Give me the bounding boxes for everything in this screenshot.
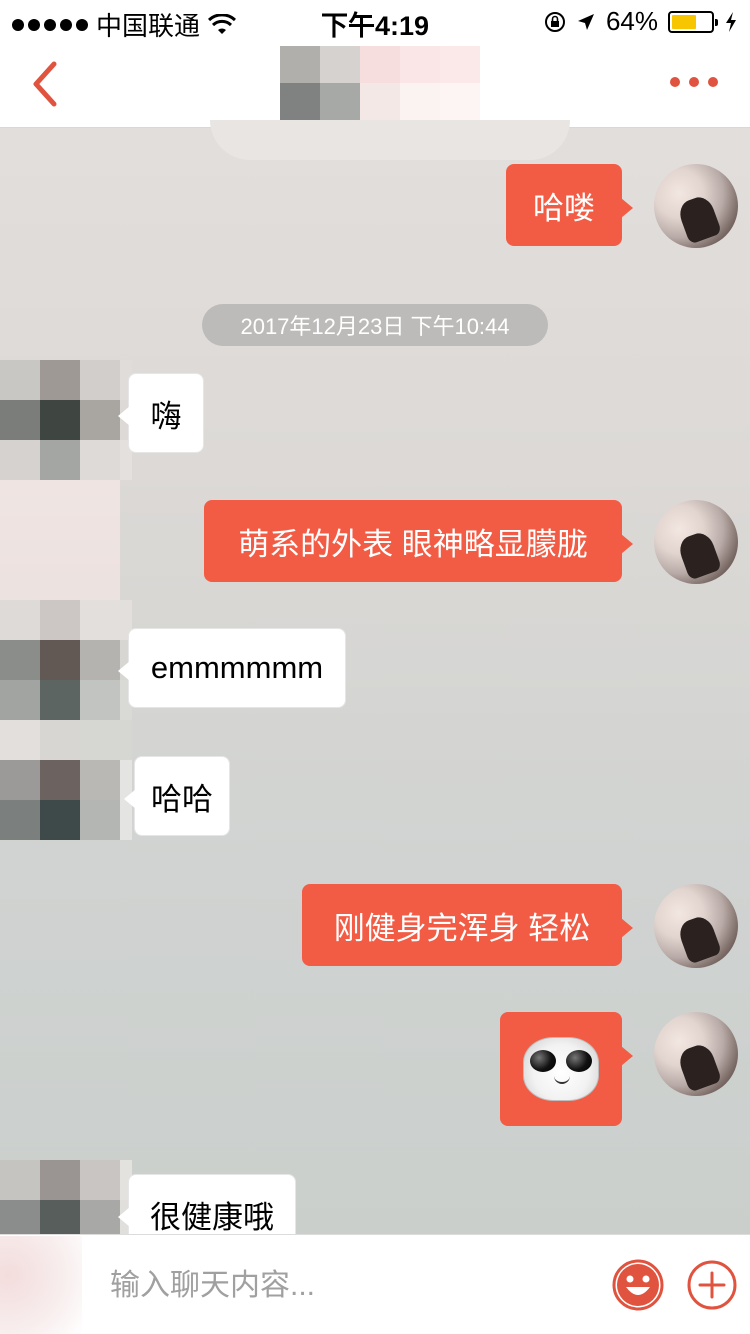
incoming-message-bubble[interactable]: 嗨: [118, 373, 204, 453]
corner-pixelated-area: [0, 1236, 82, 1334]
plus-icon[interactable]: [686, 1259, 738, 1311]
location-arrow-icon: [577, 13, 594, 30]
panda-face-emoji: [523, 1037, 599, 1101]
outgoing-sticker-bubble[interactable]: [500, 1012, 633, 1126]
chat-input[interactable]: [110, 1263, 590, 1309]
message-text: 嗨: [150, 398, 182, 434]
message-timestamp: 2017年12月23日 下午10:44: [202, 304, 548, 346]
charging-bolt-icon: [726, 11, 736, 32]
incoming-message-bubble[interactable]: 很健康哦: [118, 1174, 296, 1235]
contact-name-pixelated: [280, 46, 480, 120]
outgoing-message-bubble[interactable]: 哈喽: [506, 164, 633, 246]
nav-bar: [0, 40, 750, 128]
incoming-message-bubble[interactable]: 哈哈: [124, 756, 230, 836]
my-avatar[interactable]: [654, 1012, 738, 1096]
emoji-icon[interactable]: [612, 1259, 664, 1311]
status-bar: 中国联通 下午4:19 64%: [0, 0, 750, 41]
outgoing-message-bubble[interactable]: 刚健身完浑身 轻松: [302, 884, 633, 966]
battery-icon: [668, 10, 718, 33]
contact-avatar-pixelated[interactable]: [0, 1160, 132, 1234]
contact-avatar-pixelated[interactable]: [0, 600, 132, 720]
more-dots-icon[interactable]: [670, 70, 720, 94]
message-text: 哈哈: [151, 781, 213, 817]
message-text: 哈喽: [533, 190, 595, 226]
message-text: 萌系的外表 眼神略显朦胧: [238, 526, 588, 562]
my-avatar[interactable]: [654, 164, 738, 248]
outgoing-message-bubble[interactable]: 萌系的外表 眼神略显朦胧: [204, 500, 633, 582]
incoming-message-bubble[interactable]: emmmmmm: [118, 628, 346, 708]
rotation-lock-icon: [544, 11, 565, 32]
message-text: emmmmmm: [150, 650, 324, 685]
contact-avatar-pixelated-fade: [0, 480, 120, 600]
message-text: 刚健身完浑身 轻松: [333, 910, 591, 946]
battery-percent: 64%: [605, 6, 658, 36]
my-avatar[interactable]: [654, 884, 738, 968]
chat-input-bar: [0, 1234, 750, 1334]
chevron-left-icon[interactable]: [26, 58, 66, 110]
message-text: 很健康哦: [150, 1199, 274, 1235]
contact-avatar-pixelated[interactable]: [0, 720, 132, 840]
my-avatar[interactable]: [654, 500, 738, 584]
chat-message-list[interactable]: 哈喽 2017年12月23日 下午10:44 嗨 萌系的外表 眼神略显朦胧 em…: [0, 128, 750, 1234]
contact-avatar-pixelated[interactable]: [0, 360, 132, 480]
